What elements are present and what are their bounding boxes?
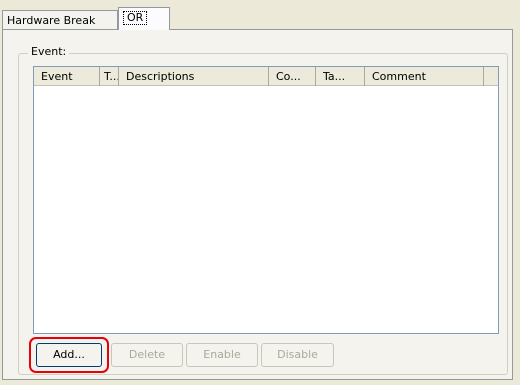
column-header-descriptions[interactable]: Descriptions: [119, 67, 269, 86]
column-header-count[interactable]: Co...: [269, 67, 316, 86]
enable-button[interactable]: Enable: [186, 343, 258, 367]
column-header-type-label: T...: [104, 70, 119, 83]
event-list-header: Event T... Descriptions Co... Ta... Comm…: [34, 67, 498, 86]
column-header-comment[interactable]: Comment: [365, 67, 484, 86]
tab-hardware-break[interactable]: Hardware Break: [2, 10, 118, 29]
column-header-comment-label: Comment: [372, 70, 426, 83]
column-header-event-label: Event: [41, 70, 73, 83]
tab-or-label: OR: [123, 11, 148, 25]
event-group-label: Event:: [28, 45, 70, 59]
tab-or[interactable]: OR: [118, 7, 170, 30]
tab-hardware-break-label: Hardware Break: [7, 14, 96, 27]
event-list[interactable]: Event T... Descriptions Co... Ta... Comm…: [33, 66, 499, 334]
column-header-target-label: Ta...: [323, 70, 346, 83]
column-header-count-label: Co...: [276, 70, 301, 83]
delete-button[interactable]: Delete: [111, 343, 183, 367]
column-header-descriptions-label: Descriptions: [126, 70, 195, 83]
column-header-filler: [484, 67, 498, 86]
column-header-event[interactable]: Event: [34, 67, 100, 86]
column-header-target[interactable]: Ta...: [316, 67, 365, 86]
column-header-type[interactable]: T...: [100, 67, 119, 86]
disable-button[interactable]: Disable: [261, 343, 334, 367]
add-button[interactable]: Add...: [36, 343, 102, 367]
